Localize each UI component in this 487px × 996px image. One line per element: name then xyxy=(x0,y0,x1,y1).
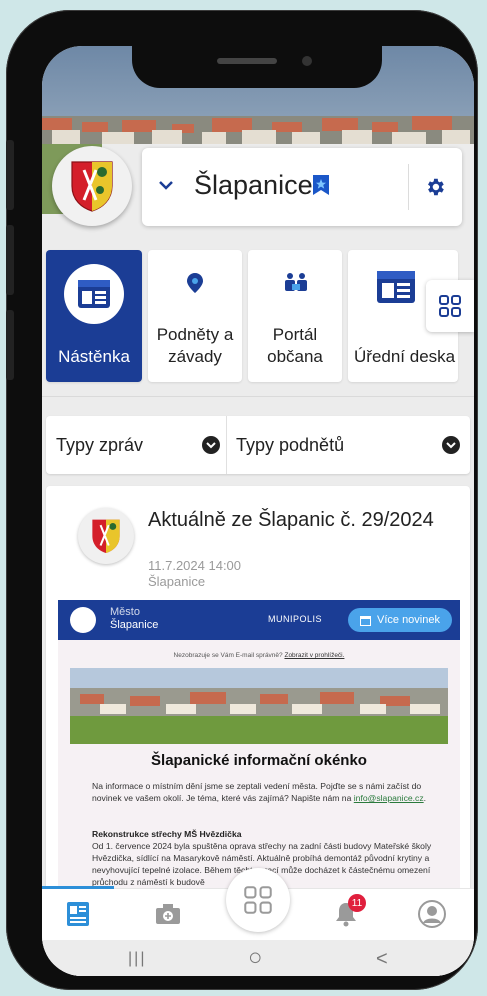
tile-label: Podněty a xyxy=(156,325,234,344)
tile-nastenka[interactable]: Nástěnka xyxy=(46,250,142,382)
filter-label: Typy podnětů xyxy=(236,434,345,455)
tile-label: Úřední deska xyxy=(354,347,456,366)
board-icon xyxy=(67,902,89,926)
filter-bar: Typy zpráv Typy podnětů xyxy=(46,416,470,474)
account-icon xyxy=(418,900,446,928)
tile-label: občana xyxy=(267,347,323,366)
tile-label: Nástěnka xyxy=(58,347,130,366)
nav-camera[interactable] xyxy=(154,900,182,928)
recents-button[interactable]: ||| xyxy=(128,950,146,968)
app-screen: Šlapanice Nástěnka Podněty a závady Port… xyxy=(42,46,474,976)
notice-board-icon xyxy=(377,271,415,303)
divider xyxy=(226,416,227,474)
notification-badge: 11 xyxy=(348,894,366,912)
tile-podnety[interactable]: Podněty a závady xyxy=(148,250,242,382)
newsletter-intro: Na informace o místním dění jsme se zept… xyxy=(92,781,427,803)
filter-label: Typy zpráv xyxy=(56,434,144,455)
bookmark-star-icon[interactable] xyxy=(312,174,330,196)
side-button xyxy=(6,140,14,210)
newsletter-title: Šlapanické informační okénko xyxy=(151,752,367,769)
module-tiles: Nástěnka Podněty a závady Portál občana … xyxy=(46,250,474,382)
newsletter-header: Město Šlapanice MUNIPOLIS Více novinek xyxy=(58,600,460,640)
newsletter-photo xyxy=(70,668,448,744)
post-title[interactable]: Aktuálně ze Šlapanic č. 29/2024 xyxy=(148,508,448,532)
back-button[interactable]: < xyxy=(376,948,388,971)
tile-portal[interactable]: Portál občana xyxy=(248,250,342,382)
phone-frame: Šlapanice Nástěnka Podněty a závady Port… xyxy=(6,10,478,990)
chevron-down-icon xyxy=(202,436,220,454)
city-coat-of-arms-logo[interactable] xyxy=(52,146,132,226)
section-heading: Rekonstrukce střechy MŠ Hvězdička xyxy=(92,829,242,839)
nav-board[interactable] xyxy=(64,900,92,928)
apps-grid-icon xyxy=(439,295,461,317)
chevron-down-icon[interactable] xyxy=(156,175,176,195)
center-apps-button[interactable] xyxy=(226,868,290,932)
more-news-button[interactable]: Více novinek xyxy=(348,608,452,632)
people-icon xyxy=(285,273,307,291)
board-icon xyxy=(64,264,124,324)
post-source: Šlapanice xyxy=(148,574,206,589)
report-type-filter[interactable]: Typy podnětů xyxy=(236,416,460,474)
calendar-icon xyxy=(360,615,371,626)
post-meta: 11.7.2024 14:00 Šlapanice xyxy=(148,558,241,590)
munipolis-brand: MUNIPOLIS xyxy=(268,614,323,624)
chevron-down-icon xyxy=(442,436,460,454)
divider xyxy=(408,164,409,210)
view-in-browser-notice: Nezobrazuje se Vám E-mail správně? Zobra… xyxy=(173,652,345,659)
city-logo xyxy=(70,607,96,633)
side-button xyxy=(6,310,14,380)
post-author-avatar xyxy=(78,508,134,564)
message-type-filter[interactable]: Typy zpráv xyxy=(56,416,220,474)
camera-icon xyxy=(156,904,180,924)
newsletter-sender: Město Šlapanice xyxy=(110,606,159,631)
gear-icon[interactable] xyxy=(424,176,446,198)
city-selector-card[interactable]: Šlapanice xyxy=(142,148,462,226)
camera-notch xyxy=(132,46,382,88)
side-button xyxy=(6,225,14,295)
email-link[interactable]: info@slapanice.cz xyxy=(354,793,424,803)
tile-label: Portál xyxy=(272,325,318,344)
nav-account[interactable] xyxy=(418,900,446,928)
map-pin-icon xyxy=(187,273,203,293)
system-navigation-bar: ||| ○ < xyxy=(42,940,474,976)
tile-label: závady xyxy=(168,347,222,366)
all-modules-button[interactable] xyxy=(426,280,474,332)
apps-grid-icon xyxy=(244,886,272,914)
post-datetime: 11.7.2024 14:00 xyxy=(148,558,242,573)
home-button[interactable]: ○ xyxy=(248,944,263,972)
view-in-browser-link[interactable]: Zobrazit v prohlížeči. xyxy=(284,652,344,659)
active-tab-indicator xyxy=(42,886,114,889)
city-name[interactable]: Šlapanice xyxy=(194,170,313,201)
divider xyxy=(42,396,474,397)
